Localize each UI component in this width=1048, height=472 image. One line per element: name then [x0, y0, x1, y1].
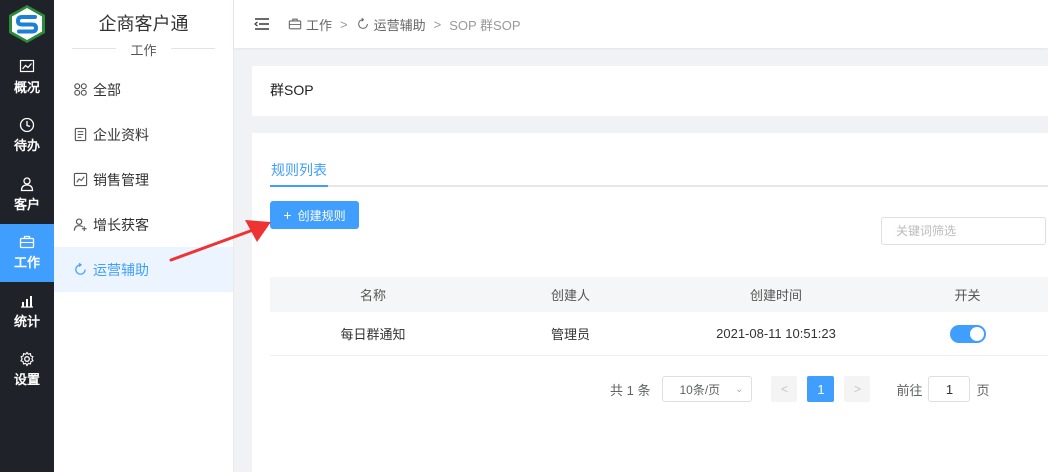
sub-navigation-panel: 企商客户通 工作 全部 企业资料 销售管理 增长获客 运营辅助 — [54, 0, 234, 472]
column-header-switch: 开关 — [954, 288, 981, 303]
rail-item-overview[interactable]: 概况 — [0, 48, 54, 107]
rail-item-label: 工作 — [13, 255, 40, 271]
breadcrumb-separator: > — [340, 16, 348, 32]
menu-item-sales-management[interactable]: 销售管理 — [54, 157, 233, 202]
chevron-left-icon: < — [780, 382, 788, 396]
chevron-right-icon: > — [853, 382, 861, 396]
menu-item-growth[interactable]: 增长获客 — [54, 202, 233, 247]
bar-chart-icon — [21, 295, 33, 308]
page-number-button[interactable]: 1 — [807, 376, 835, 402]
column-header-created-time: 创建时间 — [749, 288, 802, 303]
left-rail: 概况 待办 客户 工作 统计 设置 — [0, 0, 54, 472]
rail-item-customers[interactable]: 客户 — [0, 165, 54, 224]
side-menu: 全部 企业资料 销售管理 增长获客 运营辅助 — [54, 67, 233, 292]
rules-table: 名称 创建人 创建时间 开关 每日群通知 管理员 2021-08-11 10:5… — [270, 277, 1048, 356]
breadcrumb-separator: > — [433, 16, 442, 32]
table-header: 名称 创建人 创建时间 开关 — [270, 277, 1048, 312]
menu-item-label: 企业资料 — [93, 126, 149, 143]
table-row: 每日群通知 管理员 2021-08-11 10:51:23 — [270, 312, 1048, 356]
enable-switch[interactable] — [949, 324, 986, 343]
rail-item-stats[interactable]: 统计 — [0, 282, 54, 341]
prev-page-button[interactable]: < — [771, 376, 798, 402]
menu-item-company-info[interactable]: 企业资料 — [54, 112, 233, 157]
menu-item-label: 全部 — [93, 81, 121, 98]
create-rule-button[interactable]: + 创建规则 — [270, 201, 359, 229]
menu-item-operations[interactable]: 运营辅助 — [54, 247, 233, 292]
menu-item-label: 销售管理 — [93, 171, 149, 188]
goto-page-input[interactable] — [928, 376, 971, 402]
rail-item-label: 概况 — [13, 79, 40, 95]
logo-icon — [9, 5, 45, 43]
tab-bar: 规则列表 — [270, 153, 1048, 187]
user-add-icon — [73, 218, 87, 232]
rail-item-label: 设置 — [13, 372, 40, 388]
menu-item-label: 增长获客 — [93, 216, 149, 233]
rail-item-label: 统计 — [13, 313, 40, 329]
page-size-select[interactable]: 10条/页 ⌄ — [662, 376, 753, 402]
cell-created-time: 2021-08-11 10:51:23 — [716, 326, 836, 341]
cell-name: 每日群通知 — [340, 327, 406, 342]
gear-icon — [20, 351, 34, 367]
goto-label: 前往 — [896, 382, 923, 398]
rail-item-settings[interactable]: 设置 — [0, 341, 54, 400]
breadcrumb-item-operations[interactable]: 运营辅助 — [374, 15, 426, 34]
chart-line-icon — [19, 59, 35, 72]
menu-item-label: 运营辅助 — [93, 261, 149, 278]
refresh-icon — [75, 262, 86, 275]
document-icon — [74, 127, 87, 142]
grid-icon — [74, 83, 87, 96]
briefcase-icon — [19, 236, 35, 249]
rail-item-work[interactable]: 工作 — [0, 223, 54, 282]
main-content-card: 规则列表 + 创建规则 名称 创建人 创建时间 开关 每日群通知 管理员 202… — [252, 133, 1048, 472]
goto-suffix: 页 — [976, 382, 990, 398]
chart-box-icon — [73, 172, 88, 187]
page-size-value: 10条/页 — [679, 382, 721, 397]
menu-toggle-icon[interactable] — [254, 17, 270, 31]
top-header: 工作 > 运营辅助 > SOP 群SOP — [234, 0, 1048, 48]
user-icon — [20, 177, 34, 191]
column-header-creator: 创建人 — [550, 288, 590, 303]
rail-item-label: 客户 — [13, 196, 40, 212]
clock-icon — [19, 118, 35, 133]
page-title: 群SOP — [252, 66, 1048, 116]
app-title-text: 企商客户通 — [98, 14, 189, 34]
app-title: 企商客户通 工作 — [54, 0, 233, 58]
app-logo — [0, 0, 54, 48]
breadcrumb-item-work[interactable]: 工作 — [306, 15, 332, 34]
tab-rule-list[interactable]: 规则列表 — [270, 153, 328, 187]
menu-item-all[interactable]: 全部 — [54, 67, 233, 112]
briefcase-icon — [288, 18, 302, 30]
breadcrumb: 工作 > 运营辅助 > SOP 群SOP — [288, 15, 521, 34]
cell-switch — [887, 324, 1048, 343]
rail-item-label: 待办 — [13, 138, 40, 154]
cell-creator: 管理员 — [550, 327, 590, 342]
next-page-button[interactable]: > — [844, 376, 871, 402]
pagination-total: 共 1 条 — [610, 382, 651, 398]
rail-item-todo[interactable]: 待办 — [0, 107, 54, 166]
breadcrumb-item-current: SOP 群SOP — [449, 17, 521, 33]
app-section-label: 工作 — [54, 40, 233, 59]
column-header-name: 名称 — [359, 288, 386, 303]
pagination: 共 1 条 10条/页 ⌄ < 1 > 前往 页 — [610, 376, 990, 402]
create-rule-label: 创建规则 — [297, 208, 346, 223]
plus-icon: + — [283, 207, 292, 223]
chevron-down-icon: ⌄ — [735, 383, 744, 395]
keyword-filter-input[interactable] — [881, 217, 1046, 245]
refresh-icon — [357, 17, 368, 29]
